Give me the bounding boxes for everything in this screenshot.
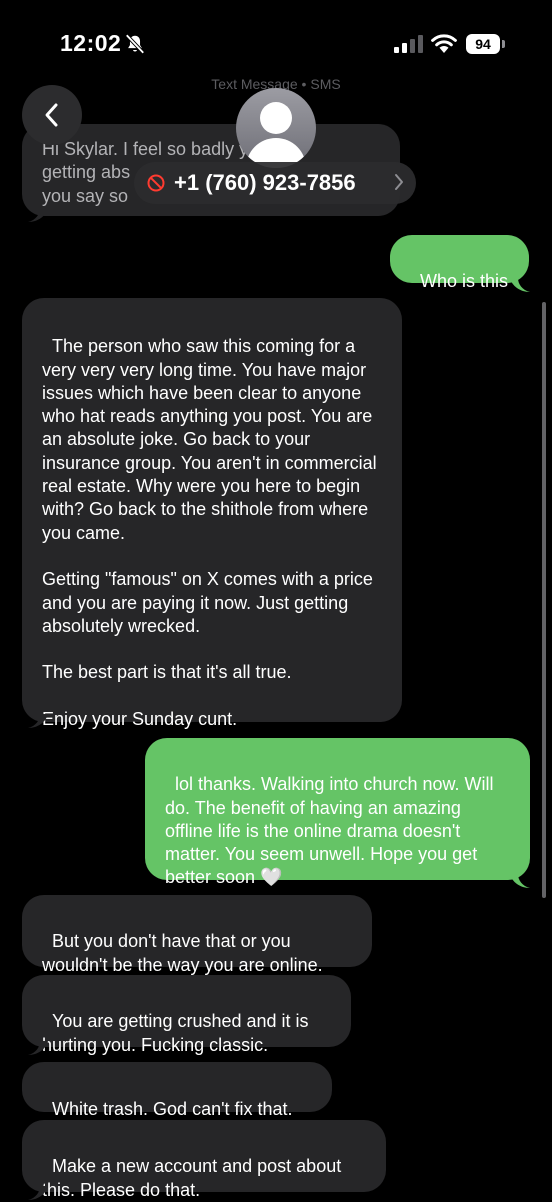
contact-number: +1 (760) 923-7856 bbox=[174, 170, 356, 195]
message-text: The person who saw this coming for a ver… bbox=[42, 336, 377, 730]
avatar-head bbox=[260, 102, 292, 134]
bubble-tail bbox=[510, 278, 530, 292]
message-bubble-incoming[interactable]: Make a new account and post about this. … bbox=[22, 1120, 386, 1200]
message-bubble-incoming[interactable]: But you don't have that or you wouldn't … bbox=[22, 895, 372, 975]
back-button[interactable] bbox=[22, 85, 82, 145]
chevron-right-icon bbox=[395, 174, 403, 190]
message-text: But you don't have that or you wouldn't … bbox=[42, 931, 323, 975]
message-bubble-incoming[interactable]: You are getting crushed and it is hurtin… bbox=[22, 975, 351, 1055]
message-text: You are getting crushed and it is hurtin… bbox=[42, 1011, 314, 1055]
bubble-tail bbox=[28, 1041, 48, 1055]
wifi-icon bbox=[431, 34, 457, 53]
bubble-tail bbox=[28, 714, 48, 728]
message-bubble-outgoing[interactable]: lol thanks. Walking into church now. Wil… bbox=[145, 738, 530, 887]
battery-nub bbox=[502, 40, 505, 48]
battery-level: 94 bbox=[475, 36, 491, 52]
cellular-signal-icon bbox=[394, 35, 423, 53]
message-bubble-outgoing[interactable]: Who is this bbox=[390, 235, 529, 291]
message-bubble-incoming[interactable]: The person who saw this coming for a ver… bbox=[22, 298, 402, 729]
bubble-tail bbox=[28, 1186, 48, 1200]
status-time: 12:02 bbox=[60, 30, 122, 56]
bubble-tail bbox=[510, 874, 530, 888]
message-text: lol thanks. Walking into church now. Wil… bbox=[165, 774, 499, 888]
status-bar: 12:02 94 bbox=[0, 0, 552, 80]
message-bubble-incoming[interactable]: White trash. God can't fix that. bbox=[22, 1062, 332, 1119]
scrollbar[interactable] bbox=[542, 302, 546, 898]
message-text: White trash. God can't fix that. bbox=[52, 1099, 293, 1120]
message-text: Who is this bbox=[420, 271, 509, 292]
battery-icon: 94 bbox=[466, 34, 500, 54]
contact-avatar-icon[interactable] bbox=[236, 88, 316, 168]
message-text: Make a new account and post about this. … bbox=[42, 1156, 347, 1200]
bubble-tail bbox=[28, 208, 48, 222]
contact-details-button[interactable]: +1 (760) 923-7856 bbox=[134, 162, 416, 204]
bell-slash-icon bbox=[125, 34, 145, 54]
blocked-icon bbox=[147, 174, 165, 192]
back-chevron-icon bbox=[45, 103, 58, 127]
